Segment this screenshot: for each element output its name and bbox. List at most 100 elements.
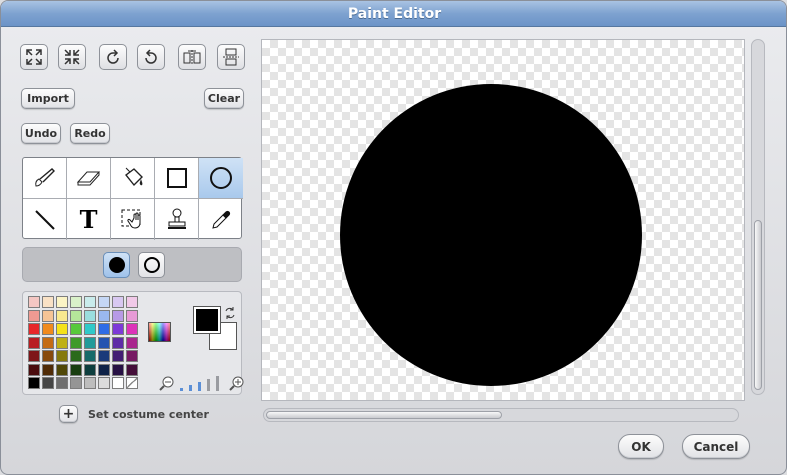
color-swatch[interactable] [28, 336, 40, 349]
color-swatch[interactable] [126, 309, 138, 322]
color-swatch[interactable] [28, 309, 40, 322]
color-swatch[interactable] [70, 336, 82, 349]
color-swatch[interactable] [70, 377, 82, 389]
horizontal-scrollbar[interactable] [263, 408, 739, 422]
zoom-level-bar[interactable] [198, 382, 201, 391]
color-swatch[interactable] [42, 336, 54, 349]
ok-button[interactable]: OK [618, 434, 664, 459]
color-swatch[interactable] [126, 296, 138, 308]
color-swatch[interactable] [84, 377, 96, 389]
color-swatch[interactable] [126, 377, 138, 389]
color-swatch[interactable] [112, 377, 124, 389]
color-swatch[interactable] [28, 323, 40, 335]
color-swatch[interactable] [84, 363, 96, 376]
clear-button[interactable]: Clear [204, 88, 244, 109]
color-swatch[interactable] [42, 350, 54, 362]
rectangle-tool[interactable] [155, 158, 199, 199]
zoom-level-bar[interactable] [207, 379, 210, 391]
color-swatch[interactable] [42, 296, 54, 308]
horizontal-scroll-thumb[interactable] [266, 411, 502, 419]
color-swatch[interactable] [84, 309, 96, 322]
shrink-button[interactable] [58, 44, 86, 70]
color-swatch[interactable] [84, 336, 96, 349]
color-swatch[interactable] [70, 323, 82, 335]
cancel-button[interactable]: Cancel [682, 434, 750, 459]
color-swatch[interactable] [56, 323, 68, 335]
zoom-level-bar[interactable] [180, 388, 183, 391]
flip-vertical-button[interactable] [217, 44, 245, 70]
text-tool[interactable]: T [67, 199, 111, 240]
color-swatch[interactable] [70, 309, 82, 322]
vertical-scrollbar[interactable] [751, 39, 765, 395]
zoom-out-button[interactable] [159, 375, 175, 395]
eraser-icon [76, 171, 100, 186]
color-swatch[interactable] [28, 350, 40, 362]
vertical-scroll-thumb[interactable] [754, 220, 762, 390]
drawing-canvas[interactable] [261, 39, 745, 401]
color-swatch[interactable] [42, 309, 54, 322]
ellipse-tool[interactable] [199, 158, 243, 199]
eraser-tool[interactable] [67, 158, 111, 199]
zoom-in-button[interactable] [229, 375, 245, 395]
color-swatch[interactable] [98, 350, 110, 362]
filled-shape-option[interactable] [103, 252, 130, 278]
drawn-circle[interactable] [340, 84, 642, 386]
color-swatch[interactable] [98, 336, 110, 349]
color-swatch[interactable] [28, 296, 40, 308]
color-swatch[interactable] [98, 377, 110, 389]
color-swatch[interactable] [56, 350, 68, 362]
color-swatch[interactable] [28, 363, 40, 376]
color-swatch[interactable] [70, 350, 82, 362]
eyedropper-tool[interactable] [199, 199, 243, 240]
stamp-tool[interactable] [155, 199, 199, 240]
title-bar[interactable]: Paint Editor [1, 1, 786, 27]
color-swatch[interactable] [126, 363, 138, 376]
color-swatch[interactable] [56, 296, 68, 308]
color-swatch[interactable] [112, 336, 124, 349]
color-swatch[interactable] [28, 377, 40, 389]
color-swatch[interactable] [84, 296, 96, 308]
grow-button[interactable] [20, 44, 48, 70]
paintbrush-tool[interactable] [23, 158, 67, 199]
color-swatch[interactable] [126, 336, 138, 349]
outline-shape-option[interactable] [138, 252, 165, 278]
color-swatch[interactable] [98, 309, 110, 322]
fill-tool[interactable] [111, 158, 155, 199]
color-swatch[interactable] [112, 296, 124, 308]
set-costume-center-button[interactable]: + [59, 405, 78, 423]
color-swatch[interactable] [42, 323, 54, 335]
color-swatch[interactable] [98, 363, 110, 376]
color-swatch[interactable] [84, 350, 96, 362]
select-tool[interactable] [111, 199, 155, 240]
color-swatch[interactable] [70, 296, 82, 308]
zoom-level-bar[interactable] [189, 385, 192, 391]
zoom-level-indicator[interactable] [180, 373, 224, 391]
color-swatch[interactable] [84, 323, 96, 335]
color-swatch[interactable] [112, 363, 124, 376]
line-tool[interactable] [23, 199, 67, 240]
color-swatch[interactable] [42, 363, 54, 376]
color-swatch[interactable] [126, 323, 138, 335]
color-swatch[interactable] [98, 296, 110, 308]
color-swatch[interactable] [42, 377, 54, 389]
undo-button[interactable]: Undo [21, 123, 61, 144]
color-swatch[interactable] [112, 309, 124, 322]
foreground-color-swatch[interactable] [193, 306, 221, 334]
color-swatch[interactable] [98, 323, 110, 335]
zoom-level-bar[interactable] [216, 376, 219, 391]
rotate-left-button[interactable] [99, 44, 127, 70]
redo-button[interactable]: Redo [70, 123, 110, 144]
color-swatch[interactable] [112, 323, 124, 335]
color-swatch[interactable] [126, 350, 138, 362]
color-swatch[interactable] [56, 363, 68, 376]
flip-horizontal-button[interactable] [178, 44, 206, 70]
color-swatch[interactable] [70, 363, 82, 376]
color-swatch[interactable] [56, 336, 68, 349]
rotate-right-button[interactable] [137, 44, 165, 70]
color-swatch[interactable] [56, 309, 68, 322]
import-button[interactable]: Import [21, 88, 75, 109]
color-picker-button[interactable] [148, 322, 171, 342]
color-swatch[interactable] [56, 377, 68, 389]
swap-colors-icon[interactable] [223, 306, 237, 323]
color-swatch[interactable] [112, 350, 124, 362]
